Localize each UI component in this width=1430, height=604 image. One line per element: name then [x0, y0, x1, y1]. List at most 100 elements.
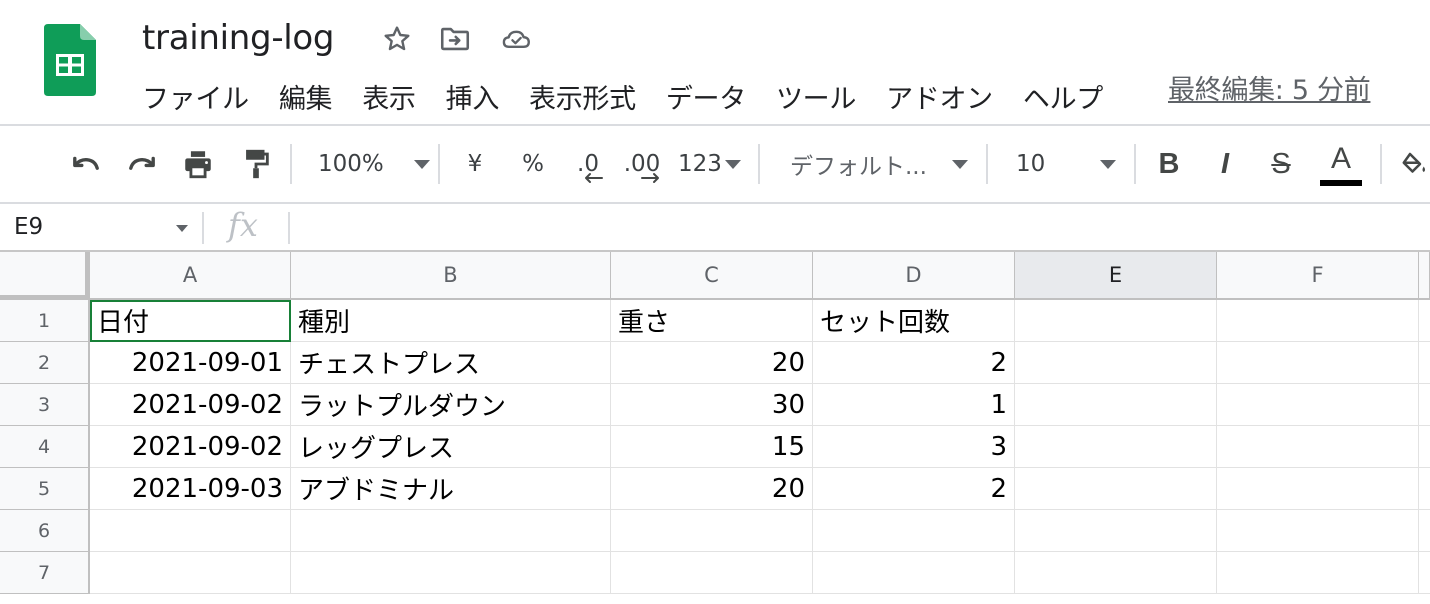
cell-g7[interactable]: [1419, 552, 1430, 594]
strikethrough-button[interactable]: S: [1264, 144, 1298, 184]
text-color-button[interactable]: A: [1318, 142, 1364, 188]
menu-view[interactable]: 表示: [362, 77, 416, 116]
cell-g3[interactable]: [1419, 384, 1430, 426]
cell-f1[interactable]: [1217, 300, 1419, 342]
italic-button[interactable]: I: [1208, 144, 1242, 184]
cloud-saved-icon[interactable]: [500, 22, 534, 56]
column-header-d[interactable]: D: [813, 252, 1015, 300]
cell-a2[interactable]: 2021-09-01: [90, 342, 291, 384]
cell-a1[interactable]: 日付: [90, 300, 291, 342]
cell-b3[interactable]: ラットプルダウン: [291, 384, 611, 426]
decrease-decimal-button[interactable]: .0: [568, 144, 608, 184]
row-header-1[interactable]: 1: [0, 300, 90, 342]
cell-g4[interactable]: [1419, 426, 1430, 468]
star-icon[interactable]: [380, 22, 414, 56]
row-header-6[interactable]: 6: [0, 510, 90, 552]
cell-b1[interactable]: 種別: [291, 300, 611, 342]
font-family-select[interactable]: デフォルト...: [790, 144, 968, 184]
cell-c3[interactable]: 30: [611, 384, 813, 426]
increase-decimal-button[interactable]: .00: [620, 144, 664, 184]
column-header-g[interactable]: [1419, 252, 1430, 300]
row-header-2[interactable]: 2: [0, 342, 90, 384]
cell-e6[interactable]: [1015, 510, 1217, 552]
zoom-select[interactable]: 100%: [318, 144, 430, 184]
cell-a5[interactable]: 2021-09-03: [90, 468, 291, 510]
cell-e5[interactable]: [1015, 468, 1217, 510]
document-title[interactable]: training-log: [142, 14, 335, 62]
cell-b6[interactable]: [291, 510, 611, 552]
row-header-4[interactable]: 4: [0, 426, 90, 468]
column-header-f[interactable]: F: [1217, 252, 1419, 300]
cell-a4[interactable]: 2021-09-02: [90, 426, 291, 468]
menu-file[interactable]: ファイル: [142, 77, 249, 116]
cell-b5[interactable]: アブドミナル: [291, 468, 611, 510]
fill-color-icon[interactable]: [1400, 144, 1430, 184]
cell-c6[interactable]: [611, 510, 813, 552]
cell-f4[interactable]: [1217, 426, 1419, 468]
font-size-select[interactable]: 10: [1016, 144, 1116, 184]
cell-d4[interactable]: 3: [813, 426, 1015, 468]
cell-c7[interactable]: [611, 552, 813, 594]
paint-format-icon[interactable]: [236, 144, 276, 184]
cell-d5[interactable]: 2: [813, 468, 1015, 510]
cell-a7[interactable]: [90, 552, 291, 594]
name-box[interactable]: E9: [14, 214, 43, 240]
cell-d6[interactable]: [813, 510, 1015, 552]
column-header-a[interactable]: A: [90, 252, 291, 300]
menu-insert[interactable]: 挿入: [446, 77, 500, 116]
last-edit-link[interactable]: 最終編集: 5 分前: [1168, 74, 1371, 108]
cell-a3[interactable]: 2021-09-02: [90, 384, 291, 426]
row-header-3[interactable]: 3: [0, 384, 90, 426]
cell-f5[interactable]: [1217, 468, 1419, 510]
cell-a6[interactable]: [90, 510, 291, 552]
cell-e4[interactable]: [1015, 426, 1217, 468]
cell-d1[interactable]: セット回数: [813, 300, 1015, 342]
cell-f6[interactable]: [1217, 510, 1419, 552]
currency-format-button[interactable]: ¥: [462, 144, 488, 184]
percent-format-button[interactable]: %: [518, 144, 548, 184]
cell-f7[interactable]: [1217, 552, 1419, 594]
undo-icon[interactable]: [66, 144, 106, 184]
chevron-down-icon[interactable]: [176, 225, 188, 232]
cell-d2[interactable]: 2: [813, 342, 1015, 384]
column-header-b[interactable]: B: [291, 252, 611, 300]
bold-button[interactable]: B: [1152, 144, 1186, 184]
cell-e3[interactable]: [1015, 384, 1217, 426]
menu-bar: ファイル 編集 表示 挿入 表示形式 データ ツール アドオン ヘルプ: [142, 74, 1133, 118]
cell-f3[interactable]: [1217, 384, 1419, 426]
cell-c5[interactable]: 20: [611, 468, 813, 510]
cell-d3[interactable]: 1: [813, 384, 1015, 426]
menu-format[interactable]: 表示形式: [529, 77, 636, 116]
menu-addons[interactable]: アドオン: [886, 77, 993, 116]
select-all-corner[interactable]: [0, 252, 90, 300]
menu-data[interactable]: データ: [666, 77, 746, 116]
row-header-7[interactable]: 7: [0, 552, 90, 594]
cell-g5[interactable]: [1419, 468, 1430, 510]
more-formats-select[interactable]: 123: [678, 144, 741, 184]
move-to-folder-icon[interactable]: [438, 22, 472, 56]
cell-b7[interactable]: [291, 552, 611, 594]
column-header-c[interactable]: C: [611, 252, 813, 300]
menu-edit[interactable]: 編集: [279, 77, 333, 116]
cell-b2[interactable]: チェストプレス: [291, 342, 611, 384]
print-icon[interactable]: [178, 144, 218, 184]
column-header-e[interactable]: E: [1015, 252, 1217, 300]
cell-e1[interactable]: [1015, 300, 1217, 342]
menu-help[interactable]: ヘルプ: [1023, 77, 1103, 116]
cell-e7[interactable]: [1015, 552, 1217, 594]
cell-g2[interactable]: [1419, 342, 1430, 384]
menu-tools[interactable]: ツール: [776, 77, 856, 116]
cell-g1[interactable]: [1419, 300, 1430, 342]
cell-f2[interactable]: [1217, 342, 1419, 384]
cell-c4[interactable]: 15: [611, 426, 813, 468]
cell-e2[interactable]: [1015, 342, 1217, 384]
cell-c2[interactable]: 20: [611, 342, 813, 384]
cell-b4[interactable]: レッグプレス: [291, 426, 611, 468]
formula-input[interactable]: [300, 212, 1420, 244]
cell-c1[interactable]: 重さ: [611, 300, 813, 342]
cell-g6[interactable]: [1419, 510, 1430, 552]
sheets-logo-icon[interactable]: [44, 24, 96, 96]
redo-icon[interactable]: [122, 144, 162, 184]
row-header-5[interactable]: 5: [0, 468, 90, 510]
cell-d7[interactable]: [813, 552, 1015, 594]
